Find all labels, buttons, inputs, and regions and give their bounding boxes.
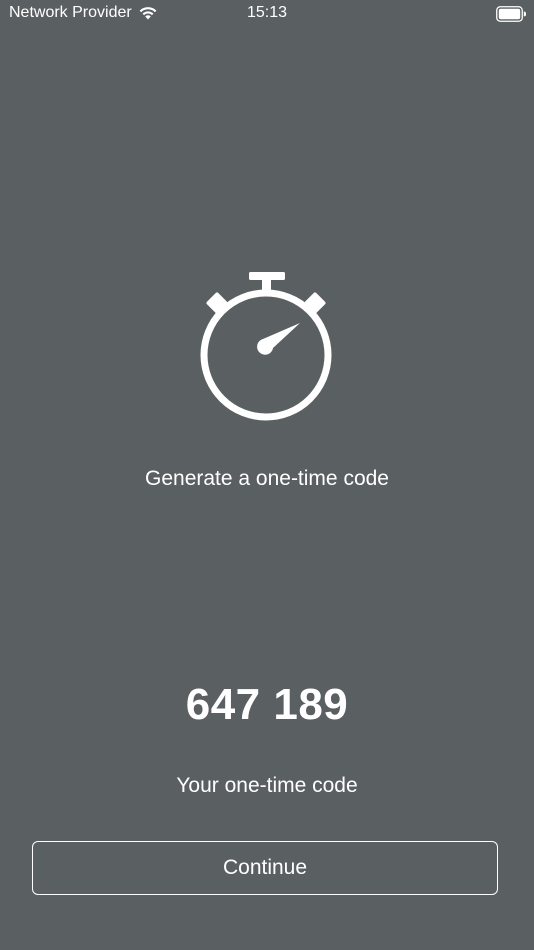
continue-button[interactable]: Continue	[32, 841, 498, 895]
battery-full-icon	[496, 6, 526, 22]
status-time: 15:13	[246, 4, 288, 21]
stopwatch-icon	[200, 272, 332, 421]
status-bar: Network Provider 15:13	[0, 0, 534, 28]
code-label: Your one-time code	[176, 774, 358, 797]
one-time-code: 647 189	[185, 680, 349, 729]
page-title: Generate a one-time code	[145, 467, 389, 490]
